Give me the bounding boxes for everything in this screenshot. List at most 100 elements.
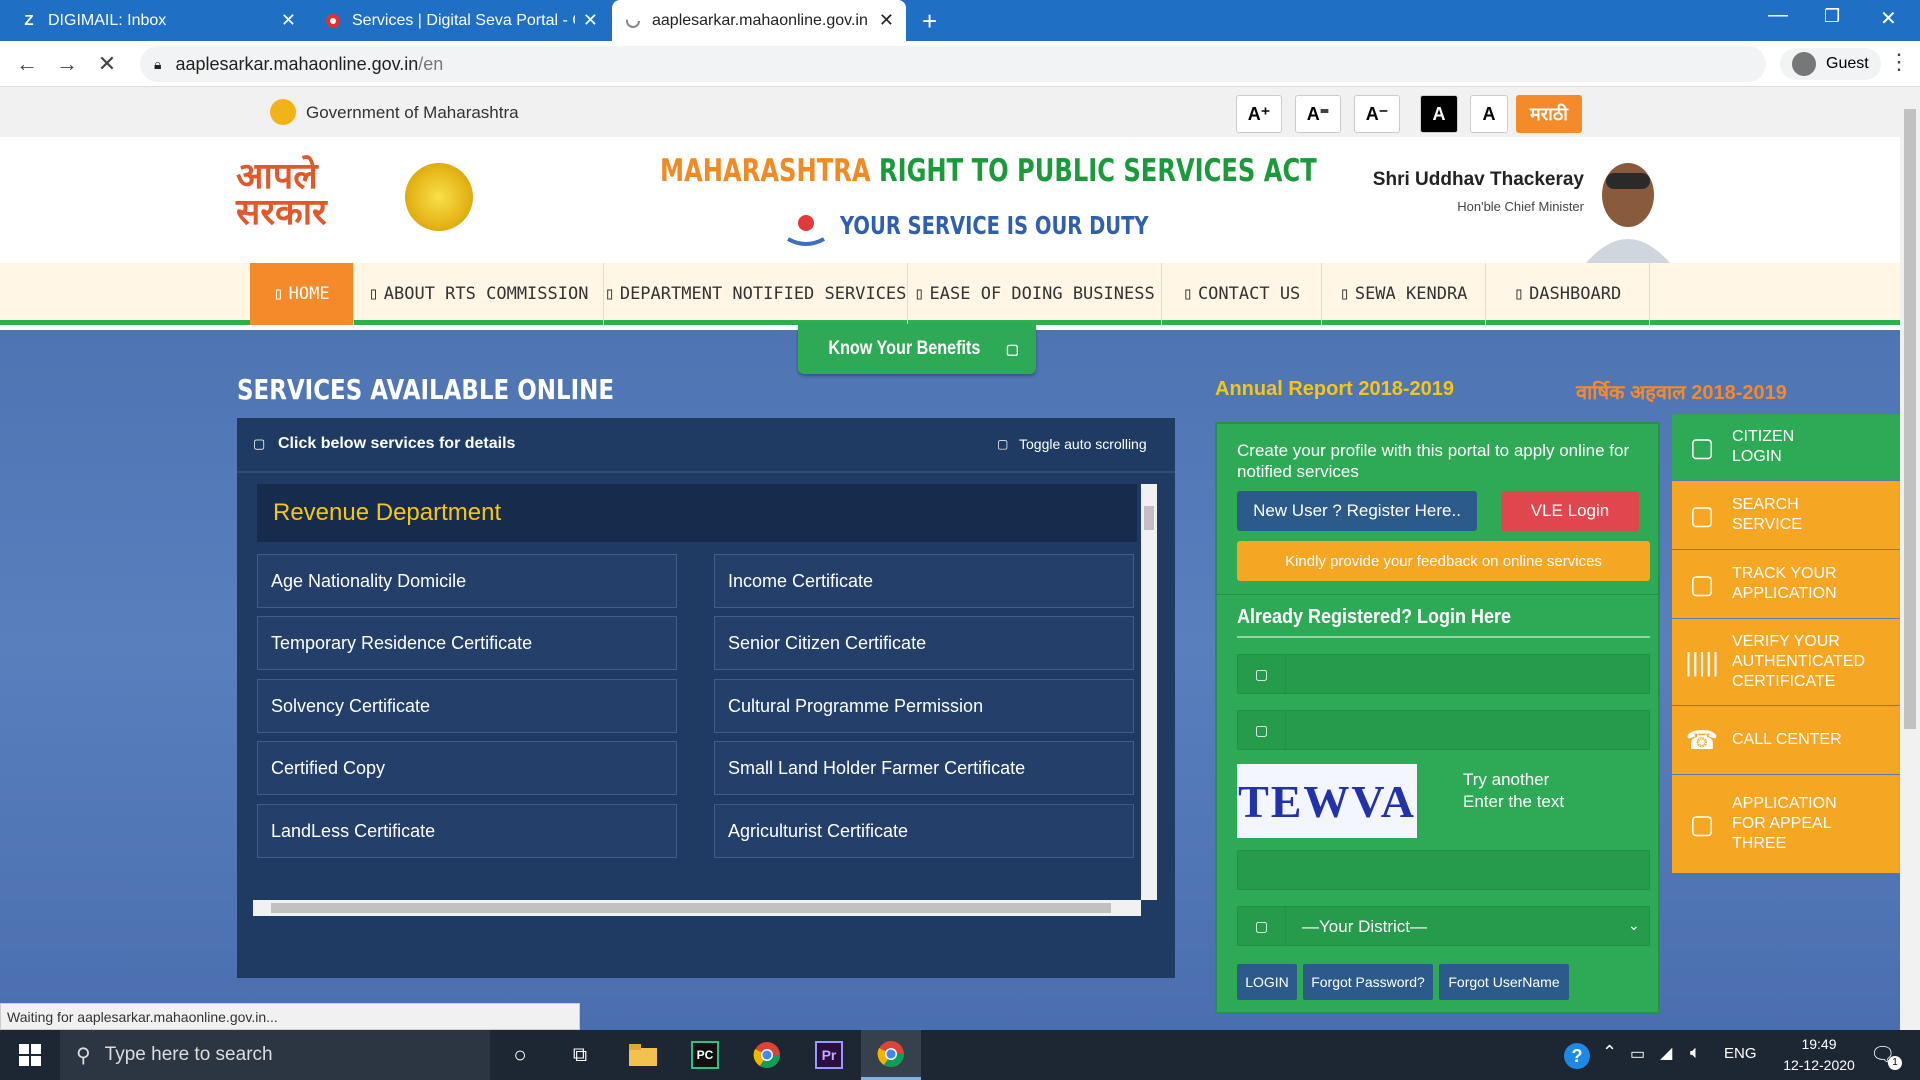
verify-certificate-button[interactable]: ||||| VERIFY YOUR AUTHENTICATED CERTIFICA… [1672, 619, 1900, 705]
menu-contact-us[interactable]: ▯ CONTACT US [1162, 263, 1322, 325]
vertical-scrollbar[interactable] [1141, 484, 1157, 900]
font-increase-button[interactable]: A⁺ [1236, 95, 1282, 133]
chrome-active-icon[interactable] [861, 1030, 921, 1080]
password-field[interactable]: ▢ [1237, 710, 1650, 750]
chrome-icon[interactable] [737, 1030, 797, 1080]
cortana-icon[interactable]: ○ [490, 1030, 550, 1080]
menu-dashboard[interactable]: ▯ DASHBOARD [1486, 263, 1650, 325]
phone-icon: ☎ [1685, 724, 1719, 755]
tab-digimail[interactable]: Z DIGIMAIL: Inbox ✕ [8, 0, 308, 41]
scroll-thumb[interactable] [1904, 109, 1916, 729]
language-button[interactable]: मराठी [1516, 95, 1582, 133]
maximize-button[interactable]: ❐ [1824, 6, 1840, 27]
help-icon[interactable]: ? [1564, 1043, 1590, 1069]
scroll-thumb[interactable] [1144, 506, 1154, 530]
service-item[interactable]: Income Certificate [714, 554, 1134, 608]
divider [1237, 636, 1650, 638]
stop-button[interactable]: ✕ [94, 51, 120, 77]
side-label: CITIZEN LOGIN [1732, 428, 1795, 465]
window-close-button[interactable]: ✕ [1880, 6, 1897, 31]
new-tab-button[interactable]: + [922, 6, 937, 37]
minimize-button[interactable]: — [1768, 4, 1788, 27]
network-icon[interactable]: ◢ [1660, 1043, 1672, 1063]
forgot-username-button[interactable]: Forgot UserName [1439, 964, 1569, 1000]
service-item[interactable]: Senior Citizen Certificate [714, 616, 1134, 670]
checkbox-icon: ▢ [1689, 568, 1715, 599]
menu-ease-of-business[interactable]: ▯ EASE OF DOING BUSINESS [908, 263, 1162, 325]
light-contrast-button[interactable]: A [1470, 95, 1508, 133]
status-bubble: Waiting for aaplesarkar.mahaonline.gov.i… [0, 1003, 580, 1030]
chevron-up-icon[interactable]: ⌃ [1602, 1042, 1617, 1063]
close-icon[interactable]: ✕ [879, 10, 894, 31]
toggle-auto-scroll[interactable]: Toggle auto scrolling [1019, 436, 1147, 452]
browser-toolbar: ← → ✕ 🔒︎ aaplesarkar.mahaonline.gov.in/e… [0, 41, 1920, 87]
service-item[interactable]: Agriculturist Certificate [714, 804, 1134, 858]
gov-label: Government of Maharashtra [306, 103, 519, 122]
annual-report-link[interactable]: Annual Report 2018-2019 [1215, 378, 1454, 401]
logo-text: आपले सरकार [236, 156, 327, 233]
service-item[interactable]: Small Land Holder Farmer Certificate [714, 741, 1134, 795]
login-button[interactable]: LOGIN [1237, 964, 1297, 1000]
font-decrease-button[interactable]: A⁻ [1354, 95, 1400, 133]
username-field[interactable]: ▢ [1237, 654, 1650, 694]
service-item[interactable]: Cultural Programme Permission [714, 679, 1134, 733]
pycharm-icon[interactable]: PC [675, 1030, 735, 1080]
toggle-icon[interactable]: ▢ [997, 437, 1008, 451]
close-icon[interactable]: ✕ [281, 10, 296, 31]
page-scrollbar[interactable] [1900, 87, 1920, 1030]
menu-department-services[interactable]: ▯ DEPARTMENT NOTIFIED SERVICES [604, 263, 908, 325]
service-item[interactable]: Solvency Certificate [257, 679, 677, 733]
tab-aaplesarkar[interactable]: aaplesarkar.mahaonline.gov.in ✕ [612, 0, 906, 41]
taskbar-search[interactable]: ⚲ Type here to search [60, 1030, 490, 1080]
notification-count: 1 [1888, 1056, 1902, 1070]
windows-start-button[interactable] [0, 1030, 60, 1080]
service-item[interactable]: LandLess Certificate [257, 804, 677, 858]
menu-sewa-kendra[interactable]: ▯ SEWA KENDRA [1322, 263, 1486, 325]
menu-about-rts[interactable]: ▯ ABOUT RTS COMMISSION [354, 263, 604, 325]
tab-title: Services | Digital Seva Portal - CS [352, 11, 575, 29]
language-indicator[interactable]: ENG [1724, 1045, 1757, 1062]
back-button[interactable]: ← [14, 51, 40, 77]
expand-icon: ▢ [1005, 340, 1019, 357]
appeal-three-button[interactable]: ▢ APPLICATION FOR APPEAL THREE [1672, 775, 1900, 873]
tab-digital-seva[interactable]: Services | Digital Seva Portal - CS ✕ [312, 0, 610, 41]
scroll-thumb[interactable] [271, 903, 1111, 913]
horizontal-scrollbar[interactable] [253, 900, 1141, 916]
search-placeholder: Type here to search [104, 1044, 273, 1065]
service-item[interactable]: Age Nationality Domicile [257, 554, 677, 608]
track-application-button[interactable]: ▢ TRACK YOUR APPLICATION [1672, 550, 1900, 618]
register-button[interactable]: New User ? Register Here.. [1237, 491, 1477, 531]
clock-time[interactable]: 19:49 [1774, 1036, 1864, 1052]
forward-button[interactable]: → [54, 51, 80, 77]
volume-icon[interactable]: 🔈︎ [1690, 1042, 1701, 1063]
aaple-sarkar-logo[interactable]: आपले सरकार [236, 159, 392, 239]
dark-contrast-button[interactable]: A [1420, 95, 1458, 133]
benefits-label: Know Your Benefits [828, 338, 981, 359]
clock-date[interactable]: 12-12-2020 [1774, 1057, 1864, 1073]
try-another-link[interactable]: Try another [1463, 770, 1549, 790]
service-item[interactable]: Certified Copy [257, 741, 677, 795]
close-icon[interactable]: ✕ [583, 10, 598, 31]
service-item[interactable]: Temporary Residence Certificate [257, 616, 677, 670]
know-your-benefits-button[interactable]: Know Your Benefits ▢ [798, 324, 1036, 374]
task-view-icon[interactable]: ⧉ [550, 1030, 610, 1080]
chevron-down-icon: ⌄ [1628, 917, 1640, 933]
premiere-icon[interactable]: Pr [799, 1030, 859, 1080]
profile-button[interactable]: Guest [1780, 48, 1881, 80]
address-bar[interactable]: 🔒︎ aaplesarkar.mahaonline.gov.in/en [140, 46, 1766, 82]
annual-report-marathi-link[interactable]: वार्षिक अहवाल 2018-2019 [1576, 378, 1787, 405]
font-reset-button[interactable]: A⁼ [1295, 95, 1341, 133]
cm-name: Shri Uddhav Thackeray [1372, 169, 1584, 190]
search-service-button[interactable]: ▢ SEARCH SERVICE [1672, 481, 1900, 549]
call-center-button[interactable]: ☎ CALL CENTER [1672, 706, 1900, 774]
menu-home[interactable]: ▯ HOME [250, 263, 354, 325]
citizen-login-button[interactable]: ▢ CITIZEN LOGIN [1672, 414, 1900, 480]
captcha-input[interactable] [1237, 850, 1650, 890]
menu-icon[interactable]: ⋮ [1888, 49, 1910, 75]
feedback-button[interactable]: Kindly provide your feedback on online s… [1237, 541, 1650, 581]
district-select[interactable]: ▢ —Your District— ⌄ [1237, 906, 1650, 946]
file-explorer-icon[interactable] [613, 1030, 673, 1080]
vle-login-button[interactable]: VLE Login [1501, 491, 1639, 531]
forgot-password-button[interactable]: Forgot Password? [1303, 964, 1433, 1000]
battery-icon[interactable]: ▭ [1630, 1044, 1645, 1064]
